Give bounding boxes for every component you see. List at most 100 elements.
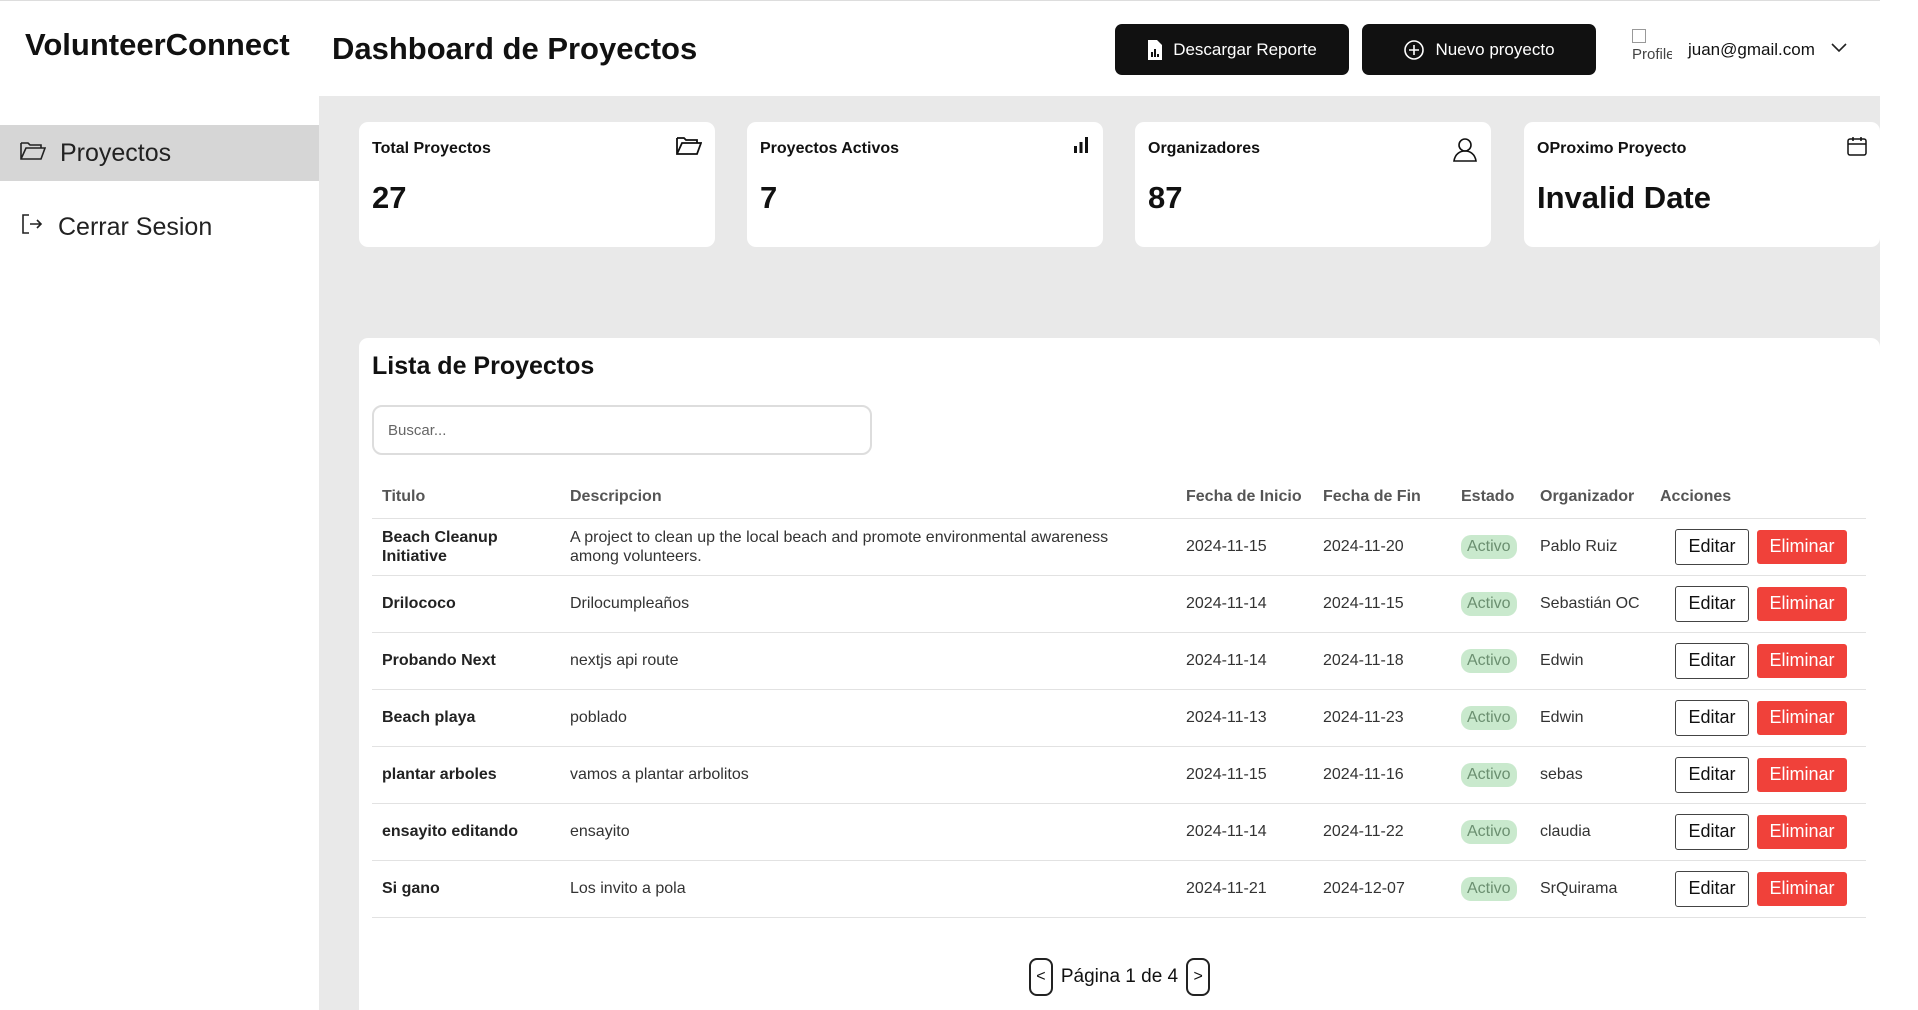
edit-button[interactable]: Editar: [1675, 643, 1749, 679]
row-organizer: Sebastián OC: [1540, 595, 1640, 613]
row-start-date: 2024-11-15: [1186, 538, 1267, 556]
broken-image-icon: [1632, 29, 1646, 43]
column-header-organizer[interactable]: Organizador: [1540, 475, 1655, 518]
edit-button[interactable]: Editar: [1675, 757, 1749, 793]
row-organizer: Edwin: [1540, 652, 1584, 670]
column-header-actions: Acciones: [1660, 487, 1732, 505]
edit-button[interactable]: Editar: [1675, 814, 1749, 850]
row-title: plantar arboles: [382, 766, 497, 784]
row-title: Si gano: [382, 880, 440, 898]
row-description: nextjs api route: [570, 652, 679, 670]
row-description: poblado: [570, 709, 627, 727]
row-actions: Editar Eliminar: [1660, 690, 1866, 746]
stat-card-next-project: OProximo Proyecto Invalid Date: [1524, 122, 1880, 247]
row-description: ensayito: [570, 823, 630, 841]
row-start-date: 2024-11-15: [1186, 766, 1267, 784]
delete-button[interactable]: Eliminar: [1757, 872, 1847, 906]
row-actions: Editar Eliminar: [1660, 576, 1866, 632]
search-input[interactable]: [372, 405, 872, 455]
sidebar-item-projects[interactable]: Proyectos: [0, 125, 319, 181]
edit-button[interactable]: Editar: [1675, 529, 1749, 565]
table-row[interactable]: Beach playa poblado 2024-11-13 2024-11-2…: [372, 690, 1866, 747]
row-description: Los invito a pola: [570, 880, 686, 898]
sidebar-item-label: Cerrar Sesion: [58, 212, 213, 241]
row-title: Beach playa: [382, 709, 476, 727]
row-actions: Editar Eliminar: [1660, 804, 1866, 860]
row-end-date: 2024-11-22: [1323, 823, 1404, 841]
column-header-description[interactable]: Descripcion: [570, 475, 1140, 518]
delete-button[interactable]: Eliminar: [1757, 644, 1847, 678]
sidebar-item-label: Proyectos: [60, 138, 172, 167]
row-organizer: Pablo Ruiz: [1540, 538, 1618, 556]
row-organizer: sebas: [1540, 766, 1583, 784]
edit-button[interactable]: Editar: [1675, 586, 1749, 622]
chevron-down-icon[interactable]: [1830, 41, 1848, 59]
row-start-date: 2024-11-14: [1186, 595, 1267, 613]
edit-button[interactable]: Editar: [1675, 700, 1749, 736]
row-end-date: 2024-12-07: [1323, 880, 1405, 898]
delete-button[interactable]: Eliminar: [1757, 701, 1847, 735]
avatar[interactable]: Profile: [1632, 29, 1672, 65]
row-actions: Editar Eliminar: [1660, 519, 1866, 575]
column-header-end-date[interactable]: Fecha de Fin: [1323, 475, 1455, 518]
logout-icon: [20, 212, 44, 243]
row-end-date: 2024-11-23: [1323, 709, 1404, 727]
status-badge: Activo: [1461, 649, 1517, 673]
stat-card-title: OProximo Proyecto: [1537, 140, 1687, 157]
table-row[interactable]: ensayito editando ensayito 2024-11-14 20…: [372, 804, 1866, 861]
prev-page-button[interactable]: <: [1028, 958, 1053, 996]
download-report-button[interactable]: Descargar Reporte: [1115, 24, 1349, 75]
right-gutter: [1880, 0, 1918, 1010]
row-actions: Editar Eliminar: [1660, 861, 1866, 917]
stat-card-value: 7: [760, 180, 778, 215]
projects-panel: Lista de Proyectos Titulo Descripcion Fe…: [359, 338, 1880, 1010]
sidebar: Proyectos Cerrar Sesion: [0, 96, 319, 1010]
delete-button[interactable]: Eliminar: [1757, 815, 1847, 849]
stat-card-title: Total Proyectos: [372, 140, 491, 157]
brand-logo-text[interactable]: VolunteerConnect: [25, 27, 290, 63]
user-email[interactable]: juan@gmail.com: [1688, 40, 1815, 60]
column-header-start-date[interactable]: Fecha de Inicio: [1186, 475, 1318, 518]
user-icon: [1452, 136, 1478, 167]
row-state-cell: Activo: [1461, 804, 1541, 860]
avatar-alt-text: Profile: [1632, 46, 1672, 63]
row-start-date: 2024-11-13: [1186, 709, 1267, 727]
stat-card-total-projects: Total Proyectos 27: [359, 122, 715, 247]
stat-card-active-projects: Proyectos Activos 7: [747, 122, 1103, 247]
row-title: ensayito editando: [382, 823, 519, 841]
row-start-date: 2024-11-14: [1186, 652, 1267, 670]
column-header-state[interactable]: Estado: [1461, 475, 1541, 518]
sidebar-item-logout[interactable]: Cerrar Sesion: [0, 199, 319, 255]
delete-button[interactable]: Eliminar: [1757, 758, 1847, 792]
edit-button[interactable]: Editar: [1675, 871, 1749, 907]
top-header: VolunteerConnect Dashboard de Proyectos …: [0, 0, 1918, 96]
table-row[interactable]: plantar arboles vamos a plantar arbolito…: [372, 747, 1866, 804]
stat-card-title: Organizadores: [1148, 140, 1261, 157]
new-project-button[interactable]: Nuevo proyecto: [1362, 24, 1596, 75]
status-badge: Activo: [1461, 706, 1517, 730]
row-end-date: 2024-11-16: [1323, 766, 1404, 784]
delete-button[interactable]: Eliminar: [1757, 530, 1847, 564]
folder-open-icon: [20, 139, 47, 168]
row-description: Drilocumpleaños: [570, 595, 690, 613]
row-organizer: SrQuirama: [1540, 880, 1618, 898]
row-description: A project to clean up the local beach an…: [570, 528, 1109, 565]
row-description: vamos a plantar arbolitos: [570, 766, 749, 784]
row-organizer: claudia: [1540, 823, 1591, 841]
stat-card-organizers: Organizadores 87: [1135, 122, 1491, 247]
row-state-cell: Activo: [1461, 861, 1541, 917]
page-title: Dashboard de Proyectos: [332, 31, 698, 66]
table-row[interactable]: Drilococo Drilocumpleaños 2024-11-14 202…: [372, 576, 1866, 633]
calendar-icon: [1847, 136, 1867, 161]
column-header-title[interactable]: Titulo: [382, 475, 562, 518]
row-title: Drilococo: [382, 595, 456, 613]
row-state-cell: Activo: [1461, 576, 1541, 632]
table-row[interactable]: Beach Cleanup Initiative A project to cl…: [372, 519, 1866, 576]
table-row[interactable]: Probando Next nextjs api route 2024-11-1…: [372, 633, 1866, 690]
next-page-button[interactable]: >: [1186, 958, 1211, 996]
table-row[interactable]: Si gano Los invito a pola 2024-11-21 202…: [372, 861, 1866, 918]
delete-button[interactable]: Eliminar: [1757, 587, 1847, 621]
projects-table: Titulo Descripcion Fecha de Inicio Fecha…: [372, 475, 1866, 918]
stat-card-value: 27: [372, 180, 407, 215]
bar-chart-icon: [1072, 136, 1090, 159]
